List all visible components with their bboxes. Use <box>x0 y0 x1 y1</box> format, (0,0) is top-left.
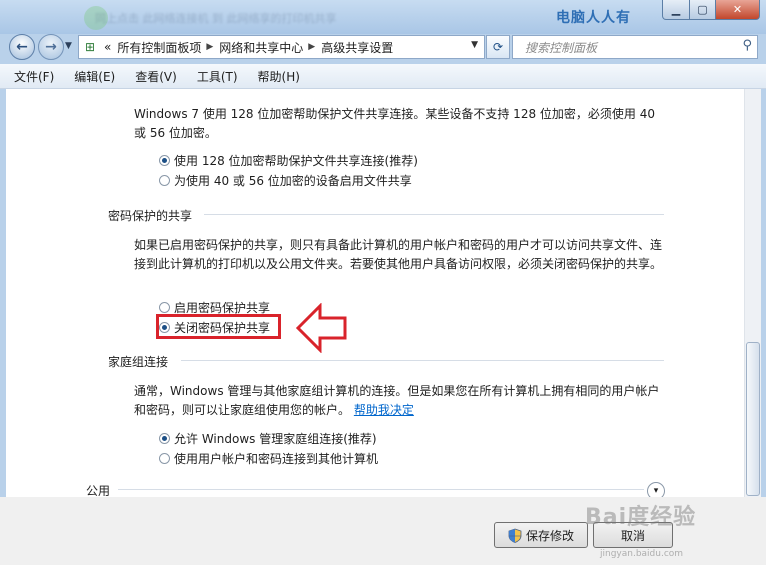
breadcrumb-advanced-sharing-settings[interactable]: 高级共享设置 <box>321 39 393 56</box>
radio-windows-manage-homegroup[interactable]: 允许 Windows 管理家庭组连接(推荐) <box>159 430 377 447</box>
radio-button[interactable] <box>159 175 170 186</box>
help-me-decide-link[interactable]: 帮助我决定 <box>354 403 414 417</box>
encryption-description: Windows 7 使用 128 位加密帮助保护文件共享连接。某些设备不支持 1… <box>134 107 655 140</box>
homegroup-description: 通常，Windows 管理与其他家庭组计算机的连接。但是如果您在所有计算机上拥有… <box>134 382 664 420</box>
window-controls: ▁ ▢ ✕ <box>662 0 760 20</box>
blurred-title-text: 同上点击 此网络连接机 到 此网络享的打印机共享 <box>95 12 337 24</box>
section-divider <box>118 489 644 490</box>
radio-label: 允许 Windows 管理家庭组连接(推荐) <box>174 432 377 446</box>
back-button[interactable]: ← <box>9 34 35 60</box>
minimize-button[interactable]: ▁ <box>662 0 690 20</box>
menu-file[interactable]: 文件(F) <box>8 68 60 85</box>
menu-help[interactable]: 帮助(H) <box>252 68 306 85</box>
radio-button[interactable] <box>159 453 170 464</box>
radio-button-selected[interactable] <box>159 433 170 444</box>
section-divider <box>181 360 664 361</box>
navigation-bar: ← → ▼ ⊞ « 所有控制面板项 ▶ 网络和共享中心 ▶ 高级共享设置 ▼ ⟳… <box>0 34 766 60</box>
refresh-button[interactable]: ⟳ <box>486 35 510 59</box>
section-title-password-sharing: 密码保护的共享 <box>108 209 193 223</box>
radio-button-selected[interactable] <box>159 155 170 166</box>
menu-bar: 文件(F) 编辑(E) 查看(V) 工具(T) 帮助(H) <box>0 64 766 89</box>
baidu-watermark: Bai度经验 <box>585 505 697 530</box>
uac-shield-icon <box>508 528 522 543</box>
maximize-icon: ▢ <box>697 3 708 16</box>
close-button[interactable]: ✕ <box>716 0 760 20</box>
menu-edit[interactable]: 编辑(E) <box>68 68 121 85</box>
breadcrumb-network-sharing-center[interactable]: 网络和共享中心 <box>219 39 303 56</box>
radio-40-56-bit[interactable]: 为使用 40 或 56 位加密的设备启用文件共享 <box>159 172 412 189</box>
chevron-down-icon: ▼ <box>65 41 72 51</box>
radio-label: 使用 128 位加密帮助保护文件共享连接(推荐) <box>174 154 418 168</box>
title-bar: 同上点击 此网络连接机 到 此网络享的打印机共享 电脑人人有 ▁ ▢ ✕ <box>0 0 766 34</box>
radio-128-bit[interactable]: 使用 128 位加密帮助保护文件共享连接(推荐) <box>159 152 418 169</box>
chevron-down-icon: ▾ <box>653 486 659 496</box>
address-history-chevron-icon[interactable]: ▼ <box>471 40 478 50</box>
baidu-watermark-url: jingyan.baidu.com <box>600 549 684 559</box>
forward-arrow-icon: → <box>45 39 57 55</box>
save-button-label: 保存修改 <box>525 528 574 543</box>
watermark-top: 电脑人人有 <box>556 10 631 26</box>
breadcrumb-all-control-panel-items[interactable]: 所有控制面板项 <box>117 39 201 56</box>
annotation-arrow-icon <box>296 303 347 353</box>
back-arrow-icon: ← <box>16 39 28 55</box>
section-title-homegroup: 家庭组连接 <box>108 355 169 369</box>
control-panel-icon: ⊞ <box>84 40 96 54</box>
radio-button[interactable] <box>159 302 170 313</box>
expand-section-button[interactable]: ▾ <box>647 482 665 497</box>
address-bar[interactable]: ⊞ « 所有控制面板项 ▶ 网络和共享中心 ▶ 高级共享设置 ▼ <box>78 35 485 59</box>
radio-label: 为使用 40 或 56 位加密的设备启用文件共享 <box>174 174 412 188</box>
refresh-icon: ⟳ <box>492 40 504 54</box>
breadcrumb-separator-icon[interactable]: ▶ <box>308 42 315 52</box>
password-sharing-description: 如果已启用密码保护的共享，则只有具备此计算机的用户帐户和密码的用户才可以访问共享… <box>134 238 663 271</box>
menu-tools[interactable]: 工具(T) <box>191 68 244 85</box>
settings-content: Windows 7 使用 128 位加密帮助保护文件共享连接。某些设备不支持 1… <box>6 89 744 497</box>
menu-view[interactable]: 查看(V) <box>129 68 183 85</box>
address-overflow[interactable]: « <box>104 40 111 54</box>
radio-user-account-homegroup[interactable]: 使用用户帐户和密码连接到其他计算机 <box>159 450 378 467</box>
forward-button[interactable]: → <box>38 34 64 60</box>
minimize-icon: ▁ <box>671 3 681 16</box>
maximize-button[interactable]: ▢ <box>690 0 716 20</box>
search-box[interactable]: 搜索控制面板 ⚲ <box>512 35 758 59</box>
section-divider <box>204 214 664 215</box>
scrollbar-thumb[interactable] <box>746 342 760 496</box>
search-icon[interactable]: ⚲ <box>742 38 752 53</box>
section-title-public: 公用 <box>86 484 111 497</box>
breadcrumb-separator-icon[interactable]: ▶ <box>206 42 213 52</box>
close-icon: ✕ <box>732 3 743 16</box>
radio-label: 使用用户帐户和密码连接到其他计算机 <box>174 452 379 466</box>
recent-pages-dropdown[interactable]: ▼ <box>65 41 72 51</box>
annotation-highlight-box <box>156 314 281 339</box>
save-changes-button[interactable]: 保存修改 <box>494 522 588 548</box>
search-input[interactable]: 搜索控制面板 <box>525 39 597 56</box>
